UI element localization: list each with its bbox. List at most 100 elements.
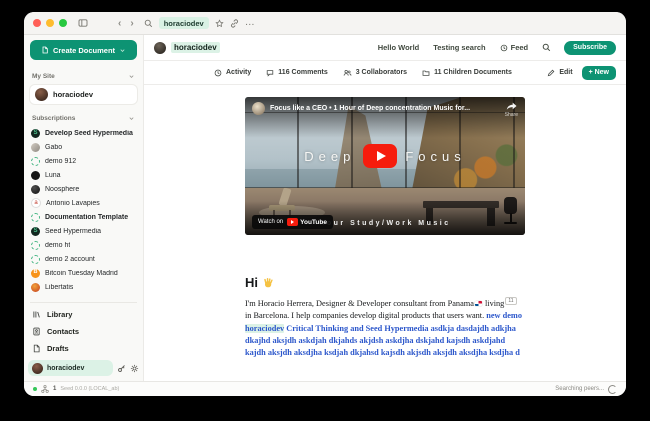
document-body[interactable]: Focus like a CEO • 1 Hour of Deep concen…	[144, 85, 626, 381]
sidebar-item-another-demo-ob[interactable]: another demo ob	[31, 294, 136, 297]
youtube-logo-icon: YouTube	[287, 218, 327, 226]
panama-flag-icon	[475, 301, 482, 306]
avatar	[31, 171, 40, 180]
forward-button[interactable]: ›	[130, 18, 133, 29]
sidebar-item-antonio-lavapies[interactable]: Antonio Lavapies	[31, 196, 136, 210]
sidebar-item-my-site[interactable]: horaciodev	[29, 84, 138, 105]
share-arrow-icon	[506, 102, 517, 111]
video-header: Focus like a CEO • 1 Hour of Deep concen…	[245, 97, 525, 138]
site-avatar[interactable]	[154, 42, 166, 54]
favorite-star-icon[interactable]	[215, 19, 224, 28]
dashed-circle-icon	[31, 213, 40, 222]
tab-comments[interactable]: 116 Comments	[266, 69, 327, 77]
sidebar-toggle-icon[interactable]	[78, 18, 88, 28]
subscribe-button[interactable]: Subscribe	[564, 41, 616, 55]
account-row: horaciodev	[28, 360, 139, 376]
version-label: Seed 0.0.0 (LOCAL_ab)	[60, 386, 119, 392]
chevron-down-icon	[128, 73, 135, 80]
sidebar-item-contacts[interactable]: Contacts	[24, 323, 143, 340]
divider	[30, 302, 137, 303]
traffic-lights	[33, 19, 67, 27]
mention-highlight[interactable]: horaciodev	[245, 324, 284, 333]
my-site-section-header[interactable]: My Site	[32, 73, 135, 80]
subscriptions-list: Develop Seed Hypermedia Gabo demo 912 Lu…	[24, 125, 143, 297]
account-button[interactable]: horaciodev	[28, 360, 113, 376]
sidebar-item-seed-hypermedia[interactable]: Seed Hypermedia	[31, 224, 136, 238]
overlay-word-left: Deep	[304, 149, 355, 164]
tab-children-documents[interactable]: 11 Children Documents	[422, 69, 512, 77]
sidebar-item-documentation-template[interactable]: Documentation Template	[31, 210, 136, 224]
document-tabbar: Activity 116 Comments 3 Collaborators 11…	[144, 60, 626, 85]
sidebar-item-demo-ht[interactable]: demo ht	[31, 238, 136, 252]
peer-count[interactable]: 1	[53, 386, 56, 392]
online-status-dot	[33, 387, 37, 391]
gear-icon[interactable]	[130, 364, 139, 373]
seed-logo-icon	[31, 227, 40, 236]
close-window-button[interactable]	[33, 19, 41, 27]
sidebar: Create Document My Site horaciodev Subsc…	[24, 35, 144, 381]
sidebar-item-develop-seed-hypermedia[interactable]: Develop Seed Hypermedia	[31, 126, 136, 140]
dashed-circle-icon	[31, 241, 40, 250]
key-icon[interactable]	[117, 364, 126, 373]
tab-collaborators[interactable]: 3 Collaborators	[343, 69, 407, 77]
people-icon	[343, 69, 352, 77]
search-icon[interactable]	[144, 19, 153, 28]
site-header: horaciodev Hello World Testing search Fe…	[144, 35, 626, 60]
sidebar-item-demo-912[interactable]: demo 912	[31, 154, 136, 168]
new-document-button[interactable]: + New	[582, 66, 616, 80]
bitcoin-icon	[31, 269, 40, 278]
avatar	[35, 88, 48, 101]
sidebar-item-gabo[interactable]: Gabo	[31, 140, 136, 154]
more-options-icon[interactable]: …	[245, 21, 256, 25]
share-button[interactable]: Share	[505, 102, 518, 118]
avatar	[31, 185, 40, 194]
sidebar-item-bitcoin-tuesday-madrid[interactable]: Bitcoin Tuesday Madrid	[31, 266, 136, 280]
library-icon	[32, 310, 41, 319]
chevron-down-icon	[119, 47, 126, 54]
avatar	[31, 143, 40, 152]
video-title[interactable]: Focus like a CEO • 1 Hour of Deep concen…	[270, 102, 500, 115]
sidebar-item-library[interactable]: Library	[24, 306, 143, 323]
titlebar: ‹ › horaciodev …	[24, 12, 626, 35]
dashed-circle-icon	[31, 297, 40, 298]
sidebar-item-noosphere[interactable]: Noosphere	[31, 182, 136, 196]
subscriptions-section-header[interactable]: Subscriptions	[32, 115, 135, 122]
back-button[interactable]: ‹	[118, 18, 121, 29]
watch-on-youtube-button[interactable]: Watch on YouTube	[252, 215, 333, 229]
tab-activity[interactable]: Activity	[214, 69, 251, 77]
searching-peers-label: Searching peers...	[555, 386, 604, 392]
waving-hand-icon	[262, 277, 274, 289]
youtube-video-embed[interactable]: Focus like a CEO • 1 Hour of Deep concen…	[245, 97, 525, 235]
site-name[interactable]: horaciodev	[171, 42, 220, 53]
chevron-down-icon	[128, 115, 135, 122]
sidebar-item-luna[interactable]: Luna	[31, 168, 136, 182]
titlebar-location[interactable]: horaciodev	[159, 17, 209, 29]
folder-icon	[422, 69, 430, 77]
channel-avatar[interactable]	[252, 102, 265, 115]
contacts-icon	[32, 327, 41, 336]
pencil-icon	[547, 69, 555, 77]
youtube-play-button[interactable]	[363, 144, 397, 168]
document-icon	[41, 46, 49, 54]
sidebar-item-libertatis[interactable]: Libertatis	[31, 280, 136, 294]
nav-link-testing-search[interactable]: Testing search	[433, 43, 485, 52]
search-icon[interactable]	[542, 43, 551, 52]
create-document-button[interactable]: Create Document	[30, 40, 137, 60]
edit-button[interactable]: Edit	[547, 69, 572, 77]
minimize-window-button[interactable]	[46, 19, 54, 27]
copy-link-icon[interactable]	[230, 19, 239, 28]
draft-file-icon	[32, 344, 41, 353]
overlay-word-right: Focus	[405, 149, 465, 164]
clock-icon	[214, 69, 222, 77]
nav-link-feed[interactable]: Feed	[500, 43, 529, 52]
comment-count-badge[interactable]: 11	[505, 297, 516, 305]
statusbar: 1 Seed 0.0.0 (LOCAL_ab) Searching peers.…	[24, 381, 626, 396]
sidebar-item-demo-2-account[interactable]: demo 2 account	[31, 252, 136, 266]
peers-icon	[41, 385, 49, 393]
zoom-window-button[interactable]	[59, 19, 67, 27]
seed-logo-icon	[31, 129, 40, 138]
comment-bubble-icon	[266, 69, 274, 77]
avatar	[31, 283, 40, 292]
nav-link-hello-world[interactable]: Hello World	[378, 43, 420, 52]
sidebar-item-drafts[interactable]: Drafts	[24, 340, 143, 357]
